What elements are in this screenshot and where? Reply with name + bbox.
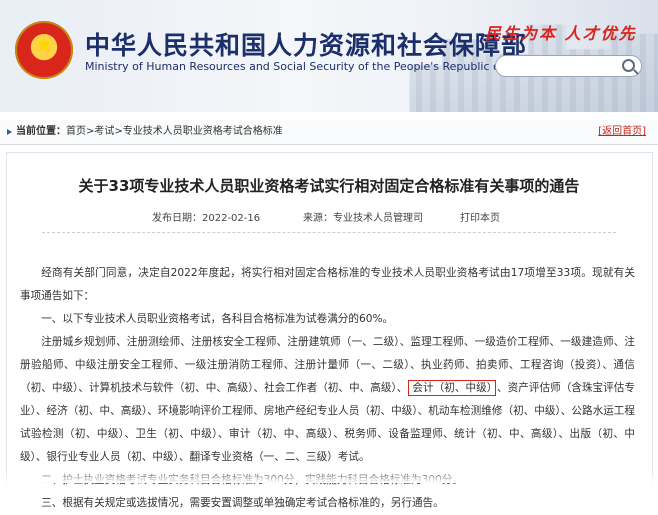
ministry-name-en: Ministry of Human Resources and Social S…: [85, 60, 539, 73]
highlight-accounting: 会计（初、中级）: [408, 380, 497, 396]
item1-heading: 一、以下专业技术人员职业资格考试，各科目合格标准为试卷满分的60%。: [41, 313, 394, 325]
item1-paragraph: 注册城乡规划师、注册测绘师、注册核安全工程师、注册建筑师（一、二级）、监理工程师…: [20, 331, 635, 469]
slogan: 民生为本 人才优先: [485, 24, 637, 43]
search-input[interactable]: [504, 59, 622, 77]
item1-text-after: 、资产评估师（含珠宝评估专业）、经济（初、中、高级）、环境影响评价工程师、房地产…: [20, 382, 635, 463]
site-header: ★ 中华人民共和国人力资源和社会保障部 Ministry of Human Re…: [0, 0, 658, 112]
publish-date: 发布日期：2022-02-16: [152, 213, 261, 224]
breadcrumb-standards[interactable]: 专业技术人员职业资格考试合格标准: [123, 126, 283, 137]
back-home-link[interactable]: [返回首页]: [598, 120, 646, 144]
breadcrumb-exam[interactable]: 考试: [94, 126, 114, 137]
breadcrumb-label: 当前位置：: [16, 126, 66, 137]
item3-paragraph: 三、根据有关规定或选拔情况，需要安置调整或单独确定考试合格标准的，另行通告。: [41, 497, 444, 509]
national-emblem-icon[interactable]: ★: [15, 21, 73, 79]
article-title: 关于33项专业技术人员职业资格考试实行相对固定合格标准有关事项的通告: [78, 177, 580, 195]
location-pin-icon: [7, 129, 12, 135]
bottom-fade: [0, 470, 658, 483]
search-icon[interactable]: [622, 59, 635, 72]
breadcrumb-path: 首页>考试>专业技术人员职业资格考试合格标准: [66, 120, 283, 144]
print-link[interactable]: 打印本页: [460, 209, 500, 224]
breadcrumb-home[interactable]: 首页: [66, 126, 86, 137]
ministry-name-cn[interactable]: 中华人民共和国人力资源和社会保障部: [85, 26, 527, 62]
article-source: 来源：专业技术人员管理司: [303, 213, 423, 224]
intro-paragraph: 经商有关部门同意，决定自2022年度起，将实行相对固定合格标准的专业技术人员职业…: [20, 267, 635, 302]
breadcrumb: 当前位置： 首页>考试>专业技术人员职业资格考试合格标准 [返回首页]: [0, 120, 658, 145]
meta-divider: [42, 232, 616, 234]
search-box[interactable]: [495, 55, 642, 77]
breadcrumb-separator: >: [114, 126, 123, 137]
